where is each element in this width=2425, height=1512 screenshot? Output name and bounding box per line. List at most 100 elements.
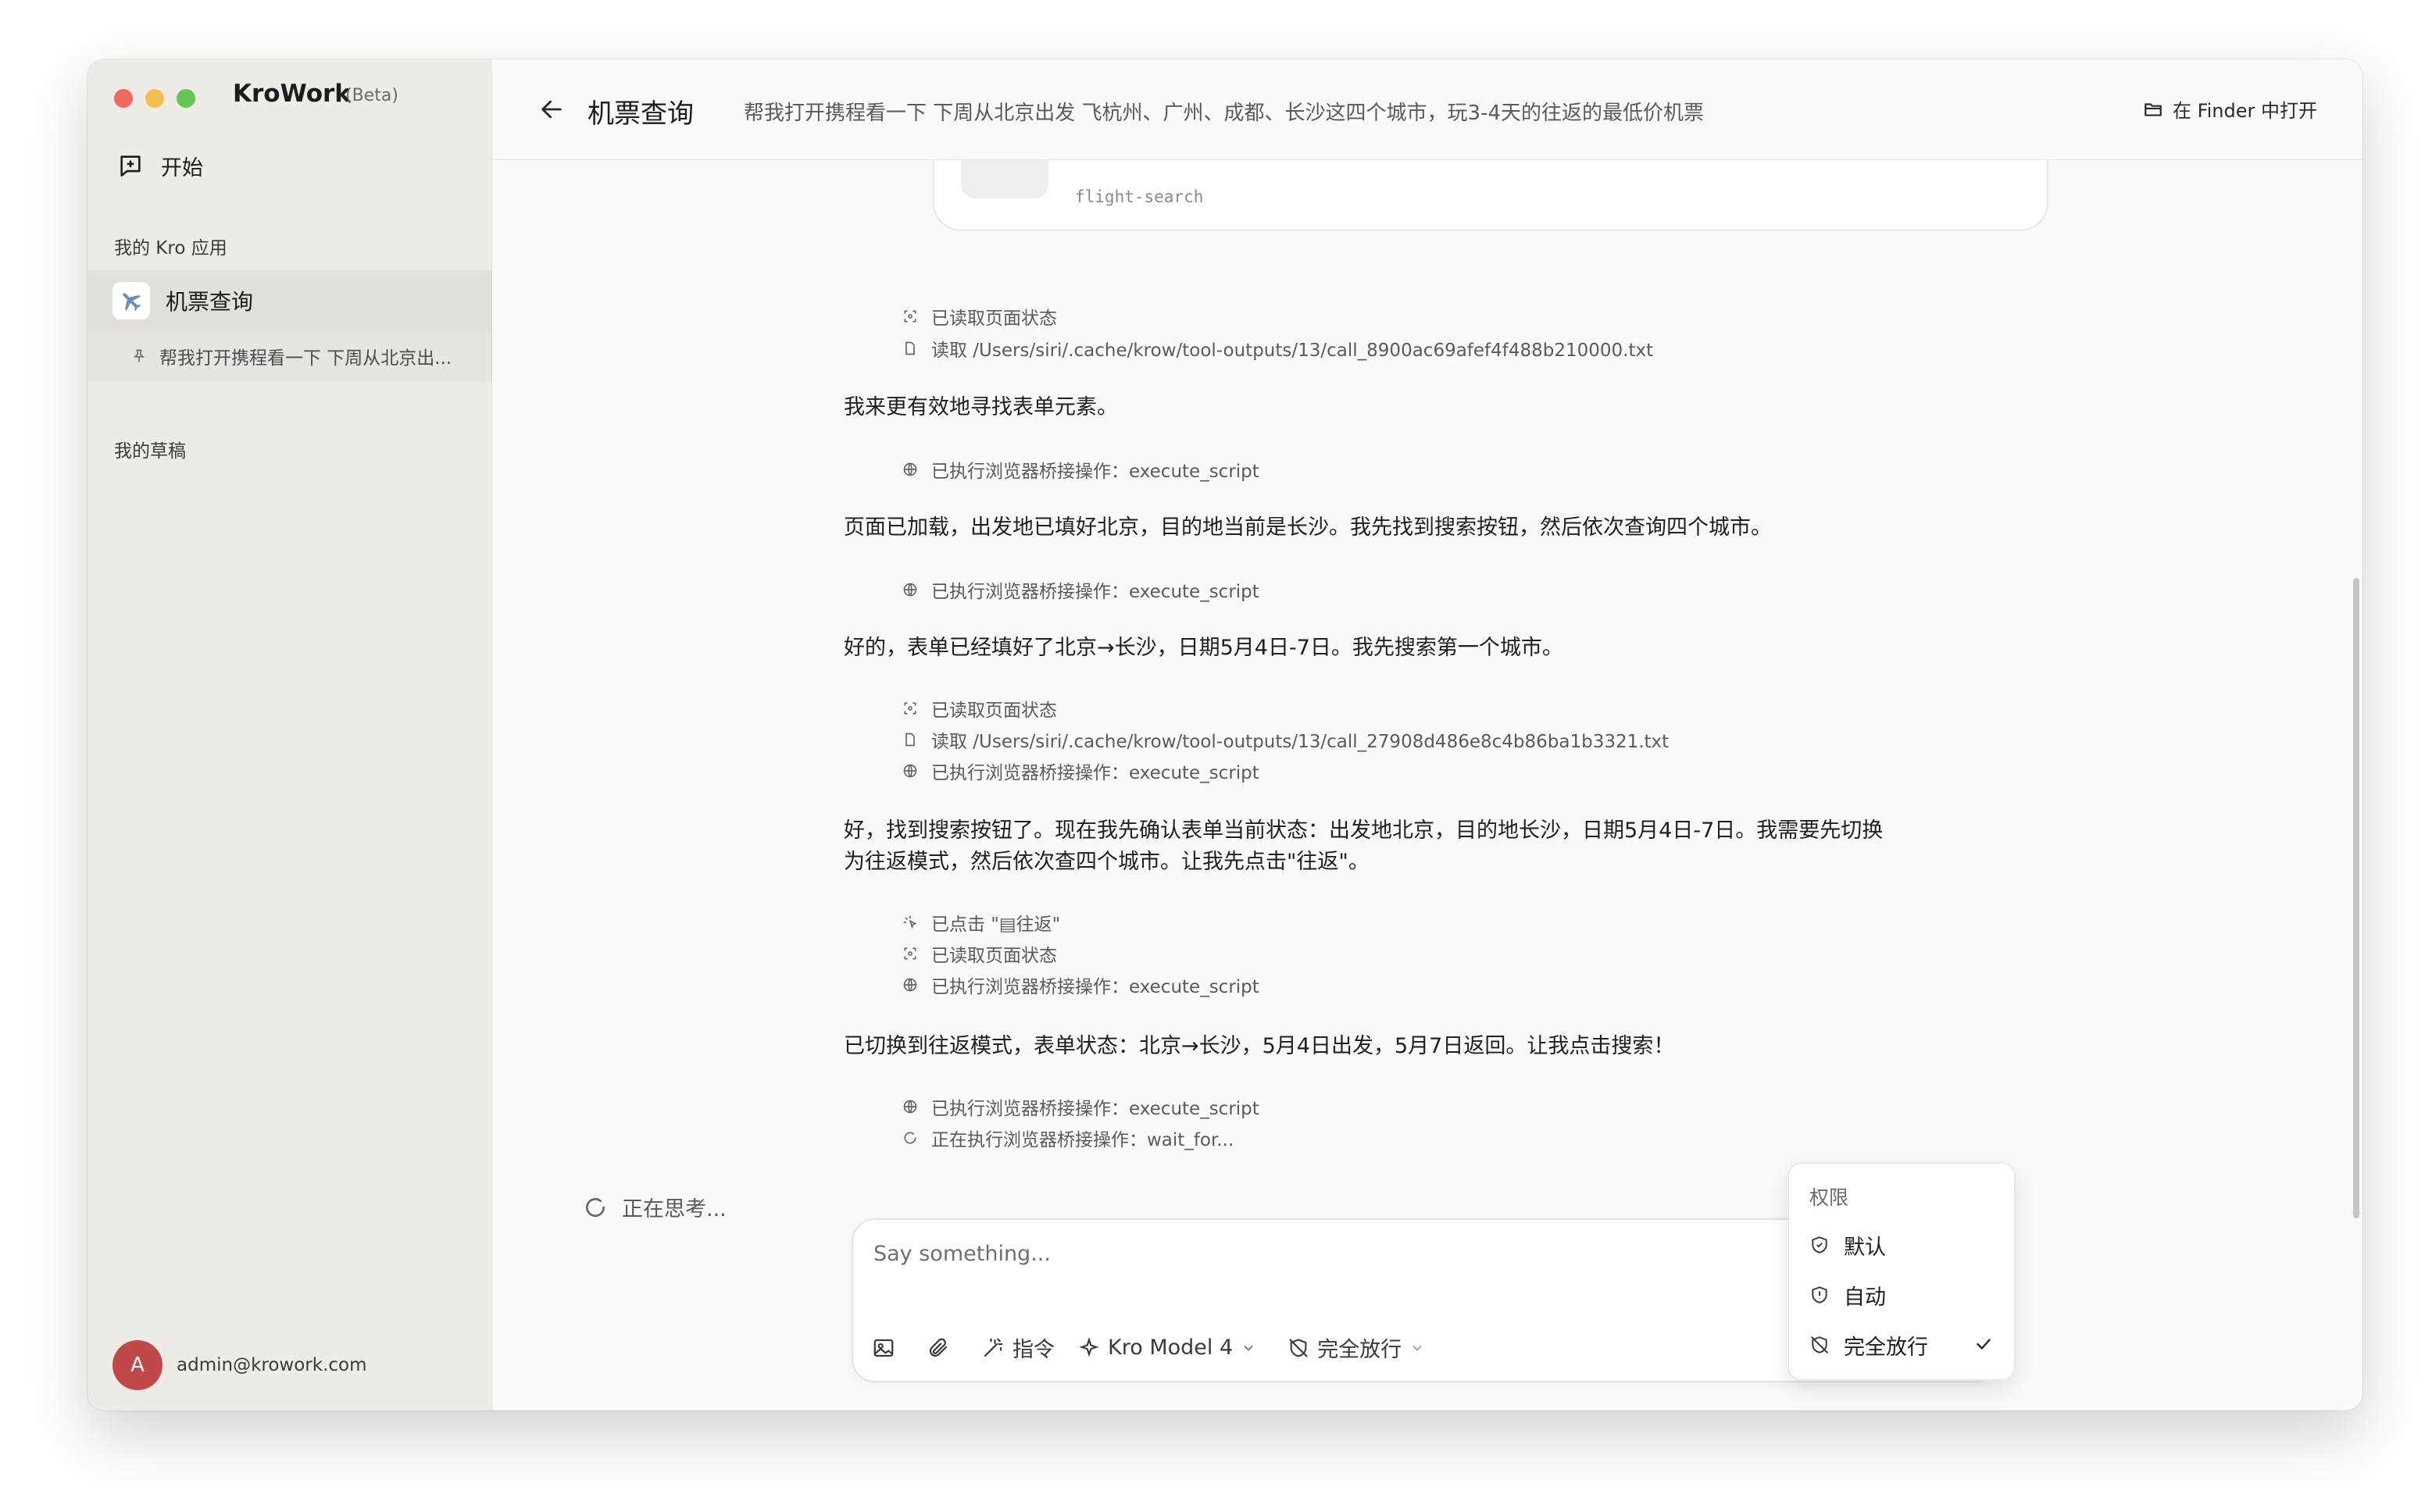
tool-step[interactable]: 已读取页面状态 bbox=[902, 303, 1057, 330]
permission-selector[interactable]: 完全放行 bbox=[1288, 1332, 1433, 1363]
user-account[interactable]: A admin@krowork.com bbox=[112, 1340, 367, 1390]
close-window-button[interactable] bbox=[114, 89, 133, 108]
sidebar-item-flight-app[interactable]: 机票查询 bbox=[88, 270, 492, 331]
open-in-finder-button[interactable]: 在 Finder 中打开 bbox=[2143, 95, 2317, 123]
tool-step-label: 正在执行浏览器桥接操作：wait_for... bbox=[931, 1130, 1234, 1150]
tool-step[interactable]: 读取 /Users/siri/.cache/krow/tool-outputs/… bbox=[902, 335, 1653, 362]
pinned-task-label: 帮我打开携程看一下 下周从北京出... bbox=[159, 348, 452, 369]
tool-step-label: 读取 /Users/siri/.cache/krow/tool-outputs/… bbox=[931, 341, 1654, 361]
tool-step[interactable]: 已执行浏览器桥接操作：execute_script bbox=[902, 758, 1259, 784]
app-window: KroWork (Beta) 开始 我的 Kro 应用 机票查询 帮我打开携程看… bbox=[88, 59, 2362, 1410]
checkmark-icon bbox=[1977, 1339, 1991, 1350]
globe-icon bbox=[902, 581, 919, 598]
beta-badge: (Beta) bbox=[345, 86, 398, 105]
drafts-section-label[interactable]: 我的草稿 bbox=[114, 436, 186, 462]
task-description: 帮我打开携程看一下 下周从北京出发 飞杭州、广州、成都、长沙这四个城市，玩3-4… bbox=[744, 102, 1704, 125]
assistant-message: 已切换到往返模式，表单状态：北京→长沙，5月4日出发，5月7日返回。让我点击搜索… bbox=[844, 1034, 1675, 1058]
open-in-finder-label: 在 Finder 中打开 bbox=[2172, 100, 2317, 122]
command-button[interactable]: 指令 bbox=[981, 1332, 1055, 1363]
main-panel: 机票查询 帮我打开携程看一下 下周从北京出发 飞杭州、广州、成都、长沙这四个城市… bbox=[492, 59, 2362, 1410]
sidebar-pinned-task[interactable]: 帮我打开携程看一下 下周从北京出... bbox=[88, 331, 492, 381]
tool-step[interactable]: 已执行浏览器桥接操作：execute_script bbox=[902, 1093, 1259, 1120]
thinking-label: 正在思考... bbox=[622, 1197, 727, 1221]
message-line: 好，找到搜索按钮了。现在我先确认表单当前状态：出发地北京，目的地长沙，日期5月4… bbox=[844, 818, 1884, 843]
chevron-down-icon bbox=[1244, 1345, 1253, 1351]
tool-step-label: 已执行浏览器桥接操作：execute_script bbox=[931, 1099, 1259, 1119]
attach-file-button[interactable] bbox=[927, 1336, 958, 1360]
new-chat-icon bbox=[120, 155, 141, 177]
chevron-down-icon bbox=[1412, 1345, 1422, 1351]
assistant-message: 页面已加载，出发地已填好北京，目的地当前是长沙。我先找到搜索按钮，然后依次查询四… bbox=[844, 515, 1772, 540]
composer-toolbar: 指令 Kro Model 4 完全放行 bbox=[872, 1332, 1456, 1363]
avatar: A bbox=[112, 1340, 162, 1390]
app-title: KroWork bbox=[233, 80, 351, 108]
minimize-window-button[interactable] bbox=[145, 89, 164, 108]
globe-icon bbox=[902, 762, 919, 779]
permission-option-full[interactable]: 完全放行 bbox=[1789, 1323, 2014, 1367]
file-icon bbox=[902, 340, 919, 357]
globe-icon bbox=[902, 461, 919, 478]
tool-step-label: 已执行浏览器桥接操作：execute_script bbox=[931, 977, 1259, 997]
user-email: admin@krowork.com bbox=[177, 1355, 367, 1375]
magic-wand-icon bbox=[984, 1338, 1003, 1357]
thinking-indicator: 正在思考... bbox=[583, 1192, 727, 1222]
tool-step-label: 读取 /Users/siri/.cache/krow/tool-outputs/… bbox=[931, 732, 1670, 752]
tool-step[interactable]: 正在执行浏览器桥接操作：wait_for... bbox=[902, 1125, 1234, 1151]
assistant-message: 好的，表单已经填好了北京→长沙，日期5月4日-7日。我先搜索第一个城市。 bbox=[844, 636, 1563, 660]
shield-off-icon bbox=[1289, 1338, 1308, 1357]
tool-step-label: 已读取页面状态 bbox=[931, 701, 1057, 721]
shield-off-icon bbox=[1809, 1335, 1830, 1355]
spinner-icon bbox=[902, 1129, 919, 1146]
permission-option-auto[interactable]: 自动 bbox=[1789, 1273, 2014, 1317]
permission-option-label: 默认 bbox=[1844, 1235, 1886, 1260]
tool-step-label: 已读取页面状态 bbox=[931, 946, 1057, 966]
sparkle-icon bbox=[1079, 1336, 1099, 1357]
attach-image-button[interactable] bbox=[872, 1336, 903, 1360]
permission-option-default[interactable]: 默认 bbox=[1789, 1223, 2014, 1267]
scan-icon bbox=[902, 700, 919, 717]
click-icon bbox=[902, 914, 919, 931]
tool-step[interactable]: 已读取页面状态 bbox=[902, 695, 1057, 722]
assistant-message: 好，找到搜索按钮了。现在我先确认表单当前状态：出发地北京，目的地长沙，日期5月4… bbox=[844, 815, 1969, 878]
tool-step[interactable]: 已点击 "▤往返" bbox=[902, 909, 1060, 936]
airplane-icon bbox=[112, 282, 150, 319]
zoom-window-button[interactable] bbox=[177, 89, 195, 108]
permission-option-label: 自动 bbox=[1844, 1285, 1886, 1310]
permission-menu-title: 权限 bbox=[1809, 1186, 1849, 1209]
sidebar-item-label: 开始 bbox=[161, 155, 203, 180]
tool-step-label: 已读取页面状态 bbox=[931, 308, 1057, 329]
skill-name: flight-search bbox=[1075, 187, 1204, 206]
globe-icon bbox=[902, 1098, 919, 1115]
page-header: 机票查询 帮我打开携程看一下 下周从北京出发 飞杭州、广州、成都、长沙这四个城市… bbox=[492, 59, 2362, 160]
tool-step[interactable]: 已执行浏览器桥接操作：execute_script bbox=[902, 972, 1259, 998]
file-icon bbox=[902, 731, 919, 748]
scrollbar[interactable] bbox=[2353, 578, 2359, 1218]
model-label: Kro Model 4 bbox=[1108, 1335, 1234, 1360]
model-selector[interactable]: Kro Model 4 bbox=[1078, 1335, 1264, 1360]
tool-step-label: 已执行浏览器桥接操作：execute_script bbox=[931, 582, 1259, 602]
tool-step-label: 已执行浏览器桥接操作：execute_script bbox=[931, 462, 1259, 482]
globe-icon bbox=[902, 976, 919, 993]
arrow-left-icon bbox=[541, 100, 562, 119]
sidebar: KroWork (Beta) 开始 我的 Kro 应用 机票查询 帮我打开携程看… bbox=[88, 59, 492, 1410]
spinner-icon bbox=[586, 1197, 605, 1217]
message-line: 为往返模式，然后依次查四个城市。让我先点击"往返"。 bbox=[844, 850, 1370, 874]
back-button[interactable] bbox=[533, 91, 570, 128]
pin-icon bbox=[133, 349, 145, 362]
apps-section-label: 我的 Kro 应用 bbox=[114, 238, 227, 259]
shield-check-icon bbox=[1809, 1235, 1830, 1255]
tool-step[interactable]: 已读取页面状态 bbox=[902, 940, 1057, 967]
permission-label: 完全放行 bbox=[1317, 1338, 1402, 1362]
scan-icon bbox=[902, 945, 919, 962]
tool-step[interactable]: 读取 /Users/siri/.cache/krow/tool-outputs/… bbox=[902, 726, 1669, 753]
command-label: 指令 bbox=[1012, 1338, 1055, 1362]
shield-alert-icon bbox=[1809, 1285, 1830, 1305]
paperclip-icon bbox=[929, 1338, 948, 1357]
tool-step[interactable]: 已执行浏览器桥接操作：execute_script bbox=[902, 576, 1259, 603]
page-title: 机票查询 bbox=[588, 98, 694, 130]
image-icon bbox=[873, 1339, 894, 1357]
sidebar-item-start[interactable]: 开始 bbox=[117, 147, 203, 184]
message-input[interactable]: Say something... bbox=[873, 1242, 1051, 1266]
tool-step[interactable]: 已执行浏览器桥接操作：execute_script bbox=[902, 456, 1259, 483]
folder-icon bbox=[2145, 102, 2162, 116]
